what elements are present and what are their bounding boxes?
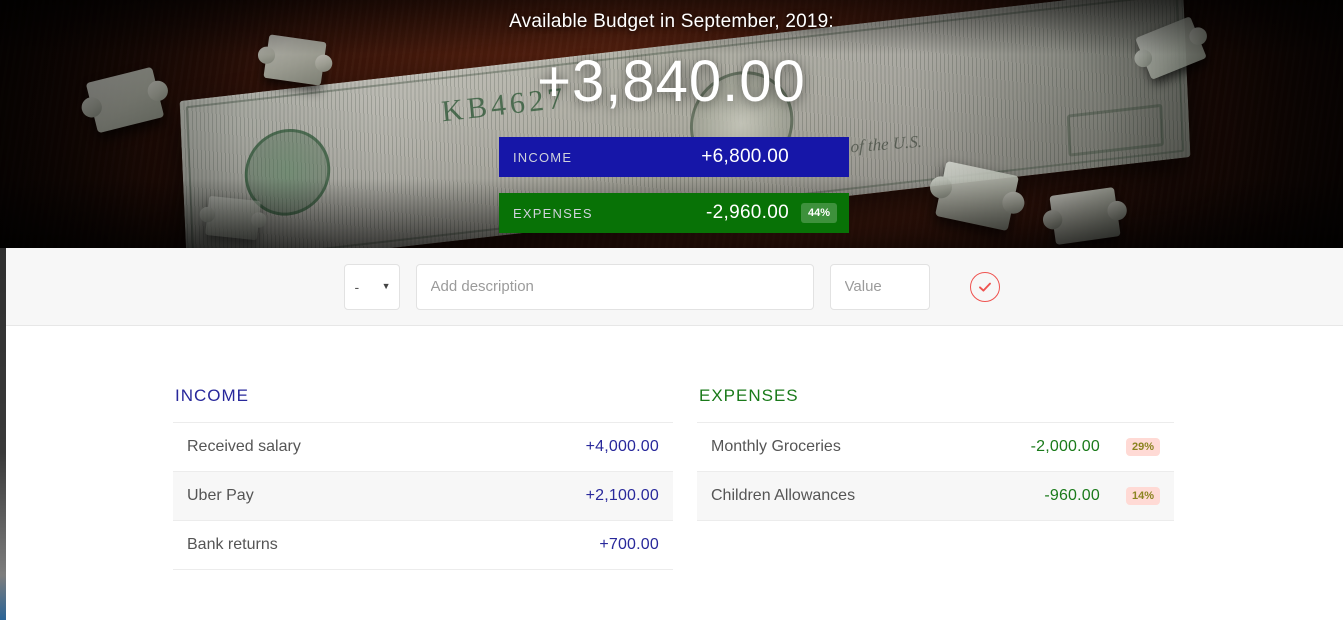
list-item[interactable]: Uber Pay +2,100.00 (173, 472, 673, 521)
budget-expenses-amount: -2,960.00 (706, 202, 789, 223)
budget-income-label: INCOME (513, 149, 573, 165)
description-input[interactable] (415, 263, 814, 310)
list-item[interactable]: Received salary +4,000.00 (173, 423, 673, 472)
item-description: Received salary (187, 438, 301, 455)
item-value: +700.00 (599, 536, 659, 553)
budget-expenses-label: EXPENSES (513, 205, 593, 221)
list-item[interactable]: Children Allowances -960.00 14% (697, 472, 1174, 521)
item-description: Children Allowances (711, 487, 856, 504)
submit-transaction-button[interactable] (969, 271, 1000, 302)
item-value: +4,000.00 (585, 438, 659, 455)
list-item[interactable]: Monthly Groceries -2,000.00 29% (697, 423, 1174, 472)
value-input[interactable] (829, 263, 930, 310)
budget-summary-bars: INCOME +6,800.00 --- EXPENSES -2,960.00 … (499, 137, 849, 233)
item-description: Uber Pay (187, 487, 254, 504)
budget-income-amount: +6,800.00 (701, 146, 789, 167)
income-list-title: INCOME (175, 386, 249, 405)
budget-app: KB4627 Treasurer of the U.S. Available B… (0, 0, 1343, 620)
check-icon (978, 282, 991, 292)
income-list: Received salary +4,000.00 Uber Pay +2,10… (173, 422, 673, 570)
item-description: Bank returns (187, 536, 278, 553)
expenses-list: Monthly Groceries -2,000.00 29% Children… (697, 422, 1174, 521)
budget-total-value: +3,840.00 (537, 49, 806, 114)
item-percentage-badge: 29% (1126, 438, 1160, 456)
transaction-lists: INCOME Received salary +4,000.00 Uber Pa… (0, 326, 1343, 570)
item-value: +2,100.00 (585, 487, 659, 504)
item-description: Monthly Groceries (711, 438, 841, 455)
transaction-type-value: - (354, 278, 360, 295)
list-item[interactable]: Bank returns +700.00 (173, 521, 673, 570)
transaction-type-select[interactable]: - ▼ (343, 263, 400, 310)
expenses-list-title: EXPENSES (699, 386, 799, 405)
budget-income-bar: INCOME +6,800.00 --- (499, 137, 849, 177)
chevron-down-icon: ▼ (381, 281, 391, 291)
window-left-edge-scrollbar[interactable] (0, 248, 6, 620)
budget-period-title: Available Budget in September, 2019: (509, 11, 834, 32)
item-value: -2,000.00 (1030, 438, 1100, 455)
budget-expenses-bar: EXPENSES -2,960.00 44% (499, 193, 849, 233)
expenses-column: EXPENSES Monthly Groceries -2,000.00 29%… (697, 326, 1174, 570)
add-item-form: - ▼ (0, 248, 1343, 326)
hero-banner: KB4627 Treasurer of the U.S. Available B… (0, 0, 1343, 248)
item-percentage-badge: 14% (1126, 487, 1160, 505)
budget-expenses-percentage: 44% (801, 203, 837, 223)
item-value: -960.00 (1044, 487, 1100, 504)
income-column: INCOME Received salary +4,000.00 Uber Pa… (173, 326, 673, 570)
